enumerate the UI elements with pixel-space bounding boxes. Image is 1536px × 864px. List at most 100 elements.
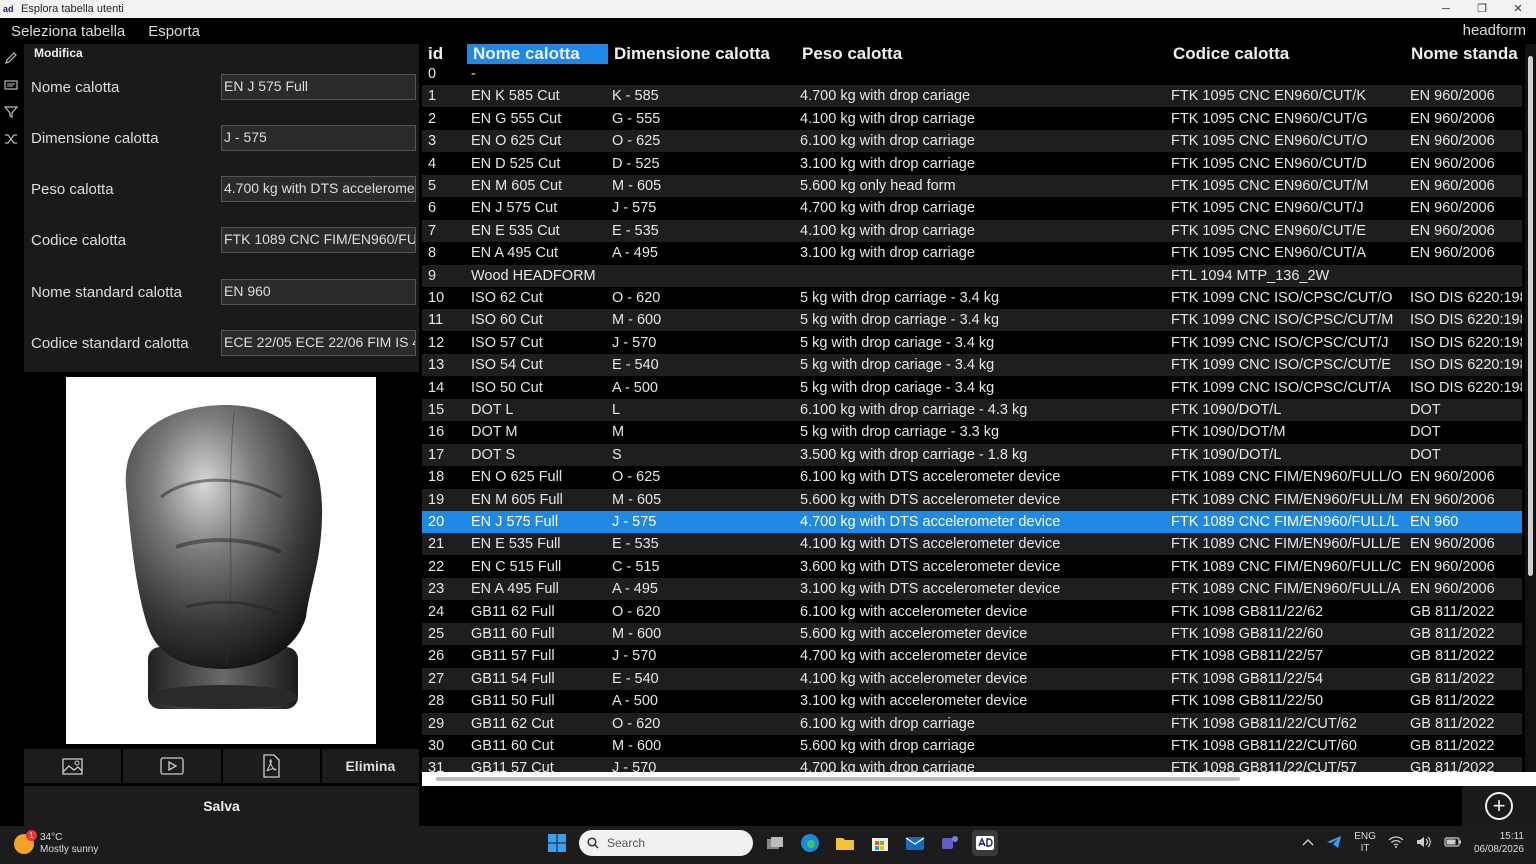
video-button[interactable] <box>123 749 221 783</box>
battery-icon[interactable] <box>1444 836 1462 850</box>
windows-start-icon[interactable] <box>544 830 570 856</box>
cell-id: 13 <box>428 357 445 374</box>
clock-date: 06/08/2026 <box>1473 844 1524 855</box>
menu-esporta[interactable]: Esporta <box>148 23 200 40</box>
outlook-mail-icon[interactable] <box>902 830 928 856</box>
table-row[interactable]: 17 DOT S S 3.500 kg with drop carriage - 1.… <box>422 443 1522 466</box>
codice-calotta-input[interactable]: FTK 1089 CNC FIM/EN960/FULL/L <box>221 227 416 253</box>
table-row[interactable]: 3 EN O 625 Cut O - 625 6.100 kg with drop c… <box>422 130 1522 153</box>
wifi-icon[interactable] <box>1388 835 1404 851</box>
edit-pencil-icon[interactable] <box>0 44 22 71</box>
weather-description: Mostly sunny <box>40 844 99 855</box>
table-row[interactable]: 8 EN A 495 Cut A - 495 3.100 kg with drop c… <box>422 242 1522 264</box>
column-header-codice-calotta[interactable]: Codice calotta <box>1173 44 1403 64</box>
table-row[interactable]: 22 EN C 515 Full C - 515 3.600 kg with DTS … <box>422 556 1522 578</box>
table-row[interactable]: 19 EN M 605 Full M - 605 5.600 kg with DTS … <box>422 488 1522 511</box>
save-button[interactable]: Salva <box>24 786 419 826</box>
table-row[interactable]: 14 ISO 50 Cut A - 500 5 kg with drop cariag… <box>422 377 1522 399</box>
column-header-id[interactable]: id <box>428 44 466 64</box>
search-icon <box>587 837 599 849</box>
table-row[interactable]: 18 EN O 625 Full O - 625 6.100 kg with DTS … <box>422 466 1522 488</box>
delete-button[interactable]: Elimina <box>321 749 419 783</box>
table-row[interactable]: 4 EN D 525 Cut D - 525 3.100 kg with drop c… <box>422 153 1522 175</box>
app-taskbar-icon[interactable] <box>972 830 998 856</box>
table-row[interactable]: 20 EN J 575 Full J - 575 4.700 kg with DTS … <box>422 511 1522 533</box>
table-row[interactable]: 2 EN G 555 Cut G - 555 4.100 kg with drop c… <box>422 108 1522 130</box>
windows-taskbar: 1 34°C Mostly sunny Search ENG IT 15:11 … <box>0 826 1536 864</box>
teams-icon[interactable] <box>937 830 963 856</box>
table-row[interactable]: 10 ISO 62 Cut O - 620 5 kg with drop carria… <box>422 287 1522 309</box>
column-header-peso-calotta[interactable]: Peso calotta <box>802 44 1162 64</box>
codice-standard-input[interactable]: ECE 22/05 ECE 22/06 FIM IS 4151 <box>221 330 416 356</box>
table-row[interactable]: 12 ISO 57 Cut J - 570 5 kg with drop cariag… <box>422 332 1522 354</box>
table-row[interactable]: 11 ISO 60 Cut M - 600 5 kg with drop carria… <box>422 309 1522 332</box>
edge-browser-icon[interactable] <box>797 830 823 856</box>
volume-icon[interactable] <box>1416 836 1432 851</box>
table-row[interactable]: 0- <box>422 63 1522 85</box>
table-row[interactable]: 16 DOT M M 5 kg with drop carriage - 3.3 kg… <box>422 421 1522 443</box>
table-row[interactable]: 25 GB11 60 Full M - 600 5.600 kg with accel… <box>422 623 1522 645</box>
table-row[interactable]: 26 GB11 57 Full J - 570 4.700 kg with accel… <box>422 645 1522 667</box>
card-view-icon[interactable] <box>0 71 22 98</box>
dimensione-calotta-input[interactable]: J - 575 <box>221 125 416 151</box>
minimize-button[interactable]: ─ <box>1428 0 1464 18</box>
cell-id: 29 <box>428 715 445 732</box>
filter-icon[interactable] <box>0 98 22 125</box>
vertical-scroll-thumb[interactable] <box>1528 56 1533 576</box>
cell-id: 16 <box>428 424 445 441</box>
microsoft-store-icon[interactable] <box>867 830 893 856</box>
cell-id: 22 <box>428 558 445 575</box>
table-row[interactable]: 5 EN M 605 Cut M - 605 5.600 kg only head f… <box>422 175 1522 197</box>
table-row[interactable]: 24 GB11 62 Full O - 620 6.100 kg with accel… <box>422 601 1522 623</box>
maximize-button[interactable]: ❐ <box>1464 0 1500 18</box>
pdf-button[interactable] <box>222 749 320 783</box>
cell-nome-calotta: EN K 585 Cut <box>471 88 560 105</box>
field-label: Nome standard calotta <box>31 284 182 301</box>
table-row[interactable]: 15 DOT L L 6.100 kg with drop carriage - 4.… <box>422 399 1522 421</box>
table-row[interactable]: 31 GB11 57 Cut J - 570 4.700 kg with drop c… <box>422 757 1522 772</box>
table-row[interactable]: 23 EN A 495 Full A - 495 3.100 kg with DTS … <box>422 578 1522 601</box>
image-button[interactable] <box>24 749 122 783</box>
input-language-indicator[interactable]: ENG IT <box>1354 831 1376 855</box>
shuffle-icon[interactable] <box>0 125 22 152</box>
nome-calotta-input[interactable]: EN J 575 Full <box>221 74 416 100</box>
table-row[interactable]: 6 EN J 575 Cut J - 575 4.700 kg with drop c… <box>422 197 1522 219</box>
table-row[interactable]: 21 EN E 535 Full E - 535 4.100 kg with DTS … <box>422 533 1522 556</box>
table-row[interactable]: 29 GB11 62 Cut O - 620 6.100 kg with drop c… <box>422 712 1522 735</box>
telegram-icon[interactable] <box>1326 835 1342 852</box>
horizontal-scrollbar[interactable] <box>422 772 1536 786</box>
table-row[interactable]: 1 EN K 585 Cut K - 585 4.700 kg with drop c… <box>422 85 1522 108</box>
vertical-scrollbar[interactable] <box>1525 44 1536 772</box>
column-header-dimensione-calotta[interactable]: Dimensione calotta <box>614 44 799 64</box>
weather-widget[interactable]: 1 34°C Mostly sunny <box>14 830 99 856</box>
column-header-nome-standard[interactable]: Nome standa <box>1411 44 1522 64</box>
add-row-button[interactable]: + <box>1462 786 1536 826</box>
cell-codice-calotta: FTK 1098 GB811/22/CUT/62 <box>1171 715 1357 732</box>
system-clock[interactable]: 15:11 06/08/2026 <box>1474 830 1524 856</box>
horizontal-scroll-thumb[interactable] <box>436 777 1240 781</box>
close-button[interactable]: ✕ <box>1500 0 1536 18</box>
cell-id: 8 <box>428 245 437 262</box>
cell-id: 20 <box>428 514 445 530</box>
table-row[interactable]: 30 GB11 60 Cut M - 600 5.600 kg with drop c… <box>422 735 1522 757</box>
table-row[interactable]: 28 GB11 50 Full A - 500 3.100 kg with accel… <box>422 690 1522 712</box>
nome-standard-input[interactable]: EN 960 <box>221 279 416 305</box>
cell-nome-standard: EN 960/2006 <box>1410 110 1495 127</box>
cell-codice-calotta: FTK 1089 CNC FIM/EN960/FULL/L <box>1171 514 1400 530</box>
task-view-icon[interactable] <box>762 830 788 856</box>
table-row[interactable]: 9 Wood HEADFORM FTL 1094 MTP_136_2W <box>422 264 1522 287</box>
cell-peso-calotta: 3.600 kg with DTS accelerometer device <box>800 558 1061 575</box>
table-row[interactable]: 7 EN E 535 Cut E - 535 4.100 kg with drop c… <box>422 219 1522 242</box>
column-header-nome-calotta[interactable]: Nome calotta <box>467 44 608 64</box>
table-row[interactable]: 13 ISO 54 Cut E - 540 5 kg with drop cariag… <box>422 354 1522 377</box>
menu-seleziona-tabella[interactable]: Seleziona tabella <box>11 23 125 40</box>
file-explorer-icon[interactable] <box>832 830 858 856</box>
cell-id: 17 <box>428 446 445 463</box>
chevron-up-icon[interactable] <box>1302 838 1314 849</box>
table-row[interactable]: 27 GB11 54 Full E - 540 4.100 kg with accel… <box>422 667 1522 690</box>
peso-calotta-input[interactable]: 4.700 kg with DTS accelerometer device <box>221 176 416 202</box>
taskbar-search-box[interactable]: Search <box>579 830 753 856</box>
field-row-dimensione-calotta: Dimensione calotta J - 575 <box>24 125 419 153</box>
cell-nome-calotta: GB11 57 Full <box>471 648 555 665</box>
field-label: Nome calotta <box>31 79 120 96</box>
